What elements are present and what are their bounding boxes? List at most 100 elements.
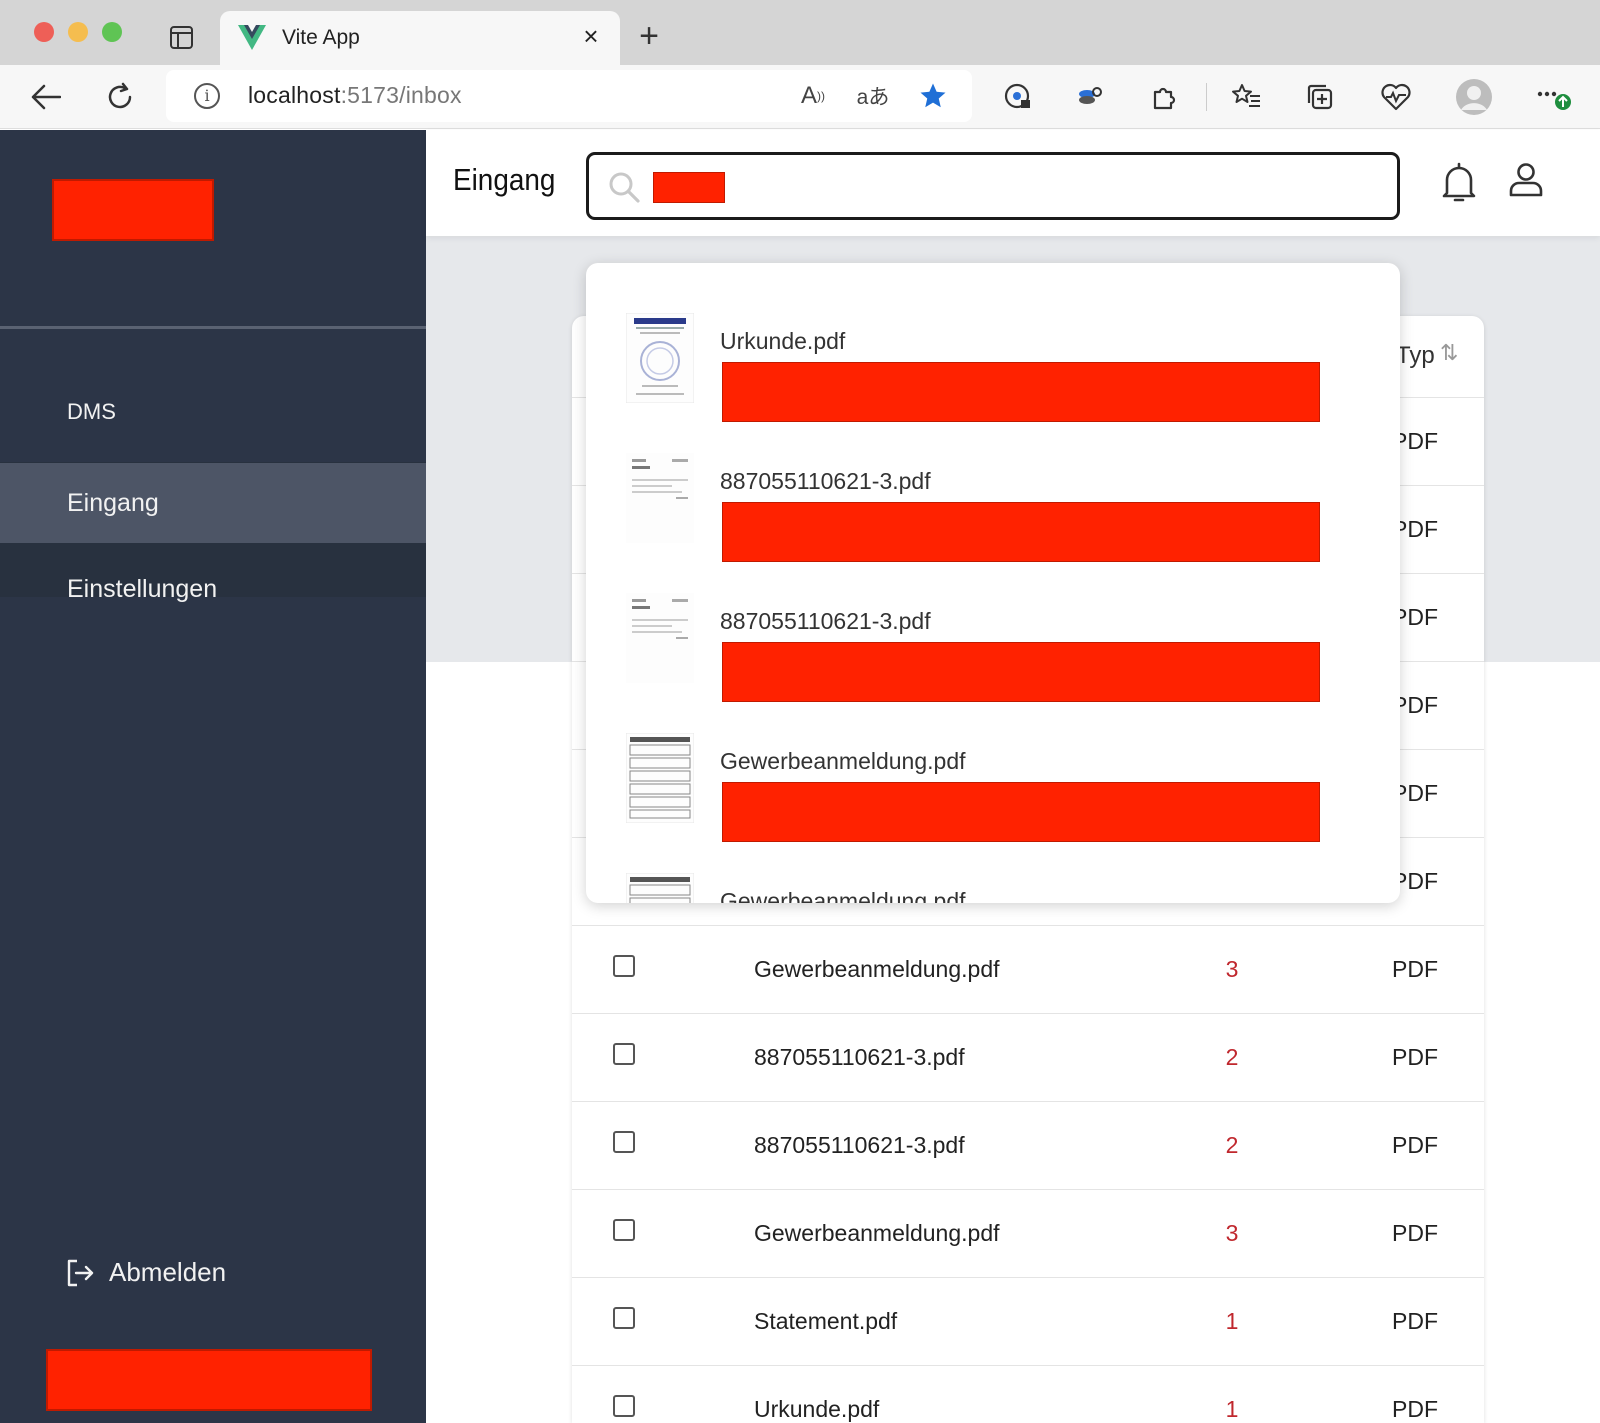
search-result-item[interactable]: 887055110621-3.pdf: [586, 425, 1400, 565]
extensions-icon[interactable]: [1144, 77, 1184, 117]
row-checkbox[interactable]: [613, 1043, 635, 1065]
redacted-result-snippet: [722, 362, 1320, 422]
cell-count: 3: [1225, 956, 1239, 982]
document-thumbnail-icon: [626, 313, 694, 403]
cell-type: PDF: [1392, 1132, 1438, 1158]
browser-tab-active[interactable]: Vite App ×: [220, 11, 620, 65]
logout-label: Abmelden: [109, 1257, 227, 1287]
cell-type: PDF: [1392, 1308, 1438, 1334]
search-result-item[interactable]: Gewerbeanmeldung.pdf: [586, 845, 1400, 903]
favorites-icon[interactable]: [1226, 77, 1266, 117]
vue-logo-icon: [238, 25, 266, 50]
cell-filename[interactable]: Gewerbeanmeldung.pdf: [754, 1220, 1000, 1247]
sidebar-item-label: Einstellungen: [67, 574, 218, 603]
sidebar-item-eingang[interactable]: Eingang: [0, 463, 426, 543]
translate-icon[interactable]: aあ: [854, 78, 892, 114]
tab-title: Vite App: [282, 26, 360, 49]
redacted-result-snippet: [722, 782, 1320, 842]
sort-icon[interactable]: ⇅: [1440, 340, 1458, 366]
column-header-type[interactable]: Typ: [1396, 342, 1435, 370]
table-row[interactable]: Gewerbeanmeldung.pdf 3 PDF: [572, 1190, 1484, 1278]
row-checkbox[interactable]: [613, 955, 635, 977]
reload-button[interactable]: [100, 77, 140, 117]
page-header: Eingang: [426, 130, 1600, 236]
table-row[interactable]: 887055110621-3.pdf 2 PDF: [572, 1014, 1484, 1102]
row-checkbox[interactable]: [613, 1219, 635, 1241]
site-info-icon[interactable]: i: [194, 83, 220, 109]
search-result-item[interactable]: Urkunde.pdf: [586, 285, 1400, 425]
browser-tab-bar: Vite App × +: [0, 0, 1600, 65]
cell-count: 2: [1225, 1044, 1239, 1070]
cell-filename[interactable]: Urkunde.pdf: [754, 1396, 879, 1423]
profile-avatar[interactable]: [1454, 77, 1494, 117]
reload-icon: [108, 82, 132, 109]
table-row[interactable]: Statement.pdf 1 PDF: [572, 1278, 1484, 1366]
wallet-extension-icon[interactable]: [1070, 77, 1110, 117]
cell-count: 1: [1225, 1308, 1239, 1334]
document-thumbnail-icon: [626, 593, 694, 683]
arrow-left-icon: [31, 84, 61, 110]
row-checkbox[interactable]: [613, 1131, 635, 1153]
page-title: Eingang: [453, 162, 556, 197]
cell-filename[interactable]: Statement.pdf: [754, 1308, 897, 1335]
redacted-user-info: [46, 1349, 372, 1411]
search-input[interactable]: [586, 152, 1400, 220]
close-window-button[interactable]: [34, 22, 54, 42]
new-tab-button[interactable]: +: [632, 16, 666, 56]
redacted-logo: [52, 179, 214, 241]
table-row[interactable]: Gewerbeanmeldung.pdf 3 PDF: [572, 926, 1484, 1014]
search-result-name[interactable]: 887055110621-3.pdf: [720, 468, 931, 495]
sidebar-item-label: DMS: [67, 399, 116, 424]
minimize-window-button[interactable]: [68, 22, 88, 42]
read-aloud-icon[interactable]: A)): [794, 78, 832, 114]
redacted-result-snippet: [722, 502, 1320, 562]
cell-filename[interactable]: 887055110621-3.pdf: [754, 1132, 965, 1159]
search-icon: [609, 172, 640, 203]
logout-button[interactable]: Abmelden: [65, 1257, 226, 1288]
cell-filename[interactable]: 887055110621-3.pdf: [754, 1044, 965, 1071]
redacted-search-query: [653, 172, 725, 203]
user-icon[interactable]: [1508, 162, 1544, 203]
cell-type: PDF: [1392, 956, 1438, 982]
browser-toolbar: i localhost:5173/inbox A)) aあ: [0, 65, 1600, 129]
search-result-name[interactable]: Gewerbeanmeldung.pdf: [720, 748, 966, 775]
table-row[interactable]: Urkunde.pdf 1 PDF: [572, 1366, 1484, 1423]
cell-type: PDF: [1392, 1396, 1438, 1422]
cell-count: 2: [1225, 1132, 1239, 1158]
document-thumbnail-icon: [626, 733, 694, 823]
sidebar-item-einstellungen[interactable]: Einstellungen: [0, 549, 426, 629]
table-row[interactable]: 887055110621-3.pdf 2 PDF: [572, 1102, 1484, 1190]
cell-filename[interactable]: Gewerbeanmeldung.pdf: [754, 956, 1000, 983]
tab-actions-icon[interactable]: [170, 26, 193, 49]
sidebar-item-dms[interactable]: DMS: [0, 372, 426, 452]
collections-icon[interactable]: [1300, 77, 1340, 117]
address-bar[interactable]: i localhost:5173/inbox A)) aあ: [166, 70, 972, 122]
star-icon[interactable]: [914, 78, 952, 114]
search-result-name[interactable]: Urkunde.pdf: [720, 328, 845, 355]
cell-count: 1: [1225, 1396, 1239, 1422]
document-thumbnail-icon: [626, 453, 694, 543]
toolbar-separator: [1206, 83, 1207, 111]
search-result-name[interactable]: Gewerbeanmeldung.pdf: [720, 888, 966, 903]
browser-essentials-icon[interactable]: [1376, 77, 1416, 117]
sidebar-divider: [0, 326, 426, 329]
back-button[interactable]: [26, 77, 66, 117]
row-checkbox[interactable]: [613, 1395, 635, 1417]
document-thumbnail-icon: [626, 873, 694, 903]
logout-icon: [67, 1259, 94, 1286]
cell-count: 3: [1225, 1220, 1239, 1246]
cell-type: PDF: [1392, 1044, 1438, 1070]
search-result-item[interactable]: Gewerbeanmeldung.pdf: [586, 705, 1400, 845]
search-result-name[interactable]: 887055110621-3.pdf: [720, 608, 931, 635]
bell-icon[interactable]: [1442, 162, 1476, 209]
row-checkbox[interactable]: [613, 1307, 635, 1329]
maximize-window-button[interactable]: [102, 22, 122, 42]
search-result-item[interactable]: 887055110621-3.pdf: [586, 565, 1400, 705]
search-results-dropdown: Urkunde.pdf 887055110621-3.pdf 887055110…: [586, 263, 1400, 903]
more-options-icon[interactable]: [1534, 77, 1574, 117]
password-manager-icon[interactable]: [998, 77, 1038, 117]
tab-close-icon[interactable]: ×: [576, 21, 606, 51]
url-text[interactable]: localhost:5173/inbox: [248, 82, 462, 109]
sidebar-item-label: Eingang: [67, 488, 159, 517]
redacted-result-snippet: [722, 642, 1320, 702]
